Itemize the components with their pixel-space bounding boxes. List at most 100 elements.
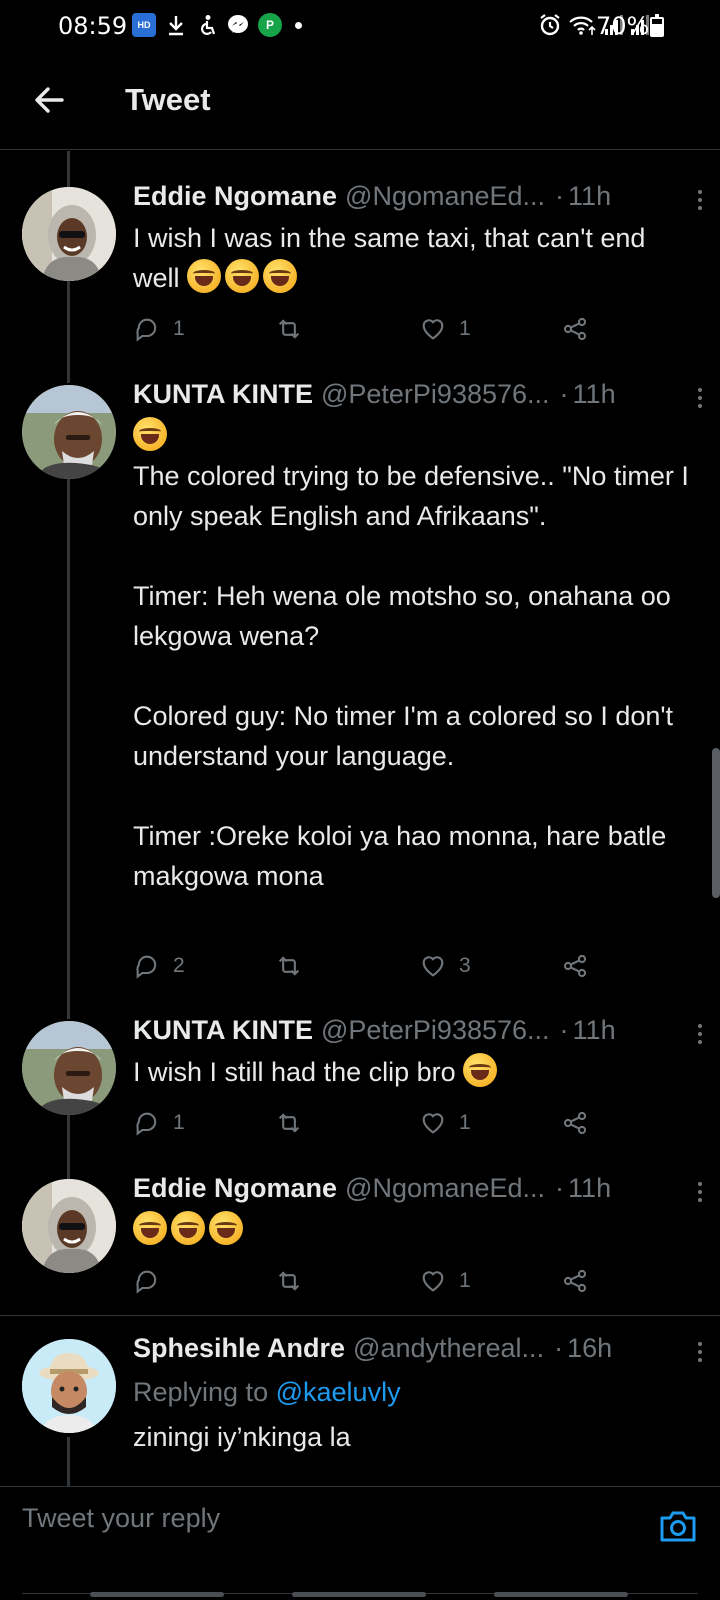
heart-icon bbox=[422, 956, 444, 977]
tweet-body: I wish I still had the clip bro bbox=[133, 1057, 456, 1087]
timestamp[interactable]: 11h bbox=[568, 1173, 611, 1204]
separator-dot: · bbox=[559, 1015, 569, 1045]
avatar[interactable] bbox=[22, 187, 116, 281]
user-handle[interactable]: @NgomaneEd... bbox=[345, 1173, 545, 1204]
avatar[interactable] bbox=[22, 385, 116, 479]
reply-count: 1 bbox=[173, 1111, 185, 1134]
tears-of-joy-emoji bbox=[263, 259, 298, 293]
retweet-button[interactable] bbox=[275, 1263, 303, 1299]
retweet-button[interactable] bbox=[275, 311, 303, 347]
heart-icon bbox=[422, 319, 444, 340]
hd-movies-icon: HD bbox=[132, 13, 156, 37]
mention-link[interactable]: @kaeluvly bbox=[276, 1377, 401, 1407]
user-handle[interactable]: @NgomaneEd... bbox=[345, 181, 545, 212]
tweet-text: I wish I still had the clip bro bbox=[133, 1052, 693, 1092]
camera-icon bbox=[660, 1511, 696, 1542]
more-options-icon[interactable] bbox=[690, 1019, 710, 1049]
reply-count: 2 bbox=[173, 954, 185, 977]
display-name[interactable]: Eddie Ngomane bbox=[133, 181, 337, 212]
tweet-item[interactable]: Eddie Ngomane @NgomaneEd... · 11h 1 bbox=[0, 1143, 720, 1315]
like-count: 1 bbox=[459, 1111, 471, 1134]
timestamp[interactable]: 11h bbox=[568, 181, 611, 212]
display-name[interactable]: KUNTA KINTE bbox=[133, 1015, 313, 1046]
display-name[interactable]: Eddie Ngomane bbox=[133, 1173, 337, 1204]
more-notifications-dot bbox=[295, 21, 302, 29]
tweet-actions: 2 3 bbox=[133, 948, 613, 984]
display-name[interactable]: Sphesihle Andre bbox=[133, 1333, 345, 1364]
tweet-header: KUNTA KINTE @PeterPi938576... · 11h bbox=[133, 379, 700, 415]
like-button[interactable]: 1 bbox=[419, 1105, 471, 1141]
nav-home-button[interactable] bbox=[292, 1592, 426, 1597]
timestamp[interactable]: 11h bbox=[573, 1015, 616, 1046]
like-count: 1 bbox=[459, 1269, 471, 1292]
more-options-icon[interactable] bbox=[690, 1337, 710, 1367]
messenger-icon bbox=[227, 13, 249, 37]
share-button[interactable] bbox=[561, 948, 589, 984]
tweet-text: I wish I was in the same taxi, that can'… bbox=[133, 218, 693, 298]
share-button[interactable] bbox=[561, 311, 589, 347]
reply-button[interactable]: 2 bbox=[133, 948, 185, 984]
avatar[interactable] bbox=[22, 1339, 116, 1433]
share-button[interactable] bbox=[561, 1263, 589, 1299]
tweet-item[interactable]: Eddie Ngomane @NgomaneEd... · 11h I wish… bbox=[0, 151, 720, 349]
tweet-header: Eddie Ngomane @NgomaneEd... · 11h bbox=[133, 1173, 700, 1209]
user-handle[interactable]: @PeterPi938576... bbox=[321, 1015, 550, 1046]
retweet-button[interactable] bbox=[275, 1105, 303, 1141]
reply-button[interactable] bbox=[133, 1263, 161, 1299]
reply-composer bbox=[0, 1486, 720, 1600]
like-count: 3 bbox=[459, 954, 471, 977]
more-options-icon[interactable] bbox=[690, 1177, 710, 1207]
avatar[interactable] bbox=[22, 1021, 116, 1115]
share-icon bbox=[563, 1269, 587, 1293]
retweet-icon bbox=[278, 319, 300, 339]
like-button[interactable]: 1 bbox=[419, 311, 471, 347]
download-icon bbox=[165, 13, 187, 37]
wifi-icon bbox=[569, 16, 596, 35]
battery-fill bbox=[652, 23, 662, 35]
scrollbar-thumb[interactable] bbox=[712, 748, 720, 898]
tears-of-joy-emoji bbox=[187, 259, 222, 293]
battery-icon bbox=[650, 14, 664, 37]
timestamp[interactable]: 16h bbox=[567, 1333, 612, 1364]
tweet-item[interactable]: KUNTA KINTE @PeterPi938576... · 11h I wi… bbox=[0, 985, 720, 1143]
user-handle[interactable]: @PeterPi938576... bbox=[321, 379, 550, 410]
rolling-laughing-emoji bbox=[133, 1211, 167, 1245]
avatar[interactable] bbox=[22, 1179, 116, 1273]
timestamp[interactable]: 11h bbox=[573, 379, 616, 410]
share-icon bbox=[563, 1111, 587, 1135]
tweet-emoji-line bbox=[133, 1210, 693, 1250]
more-options-icon[interactable] bbox=[690, 185, 710, 215]
display-name[interactable]: KUNTA KINTE bbox=[133, 379, 313, 410]
nav-recents-button[interactable] bbox=[90, 1592, 224, 1597]
tweet-actions: 1 bbox=[133, 1263, 613, 1299]
retweet-icon bbox=[278, 1271, 300, 1291]
tweet-item[interactable]: KUNTA KINTE @PeterPi938576... · 11h The … bbox=[0, 349, 720, 985]
camera-button[interactable] bbox=[658, 1507, 698, 1545]
nav-back-button[interactable] bbox=[494, 1592, 628, 1597]
more-options-icon[interactable] bbox=[690, 383, 710, 413]
like-button[interactable]: 3 bbox=[419, 948, 471, 984]
reply-thread[interactable]: Eddie Ngomane @NgomaneEd... · 11h I wish… bbox=[0, 151, 720, 1486]
reply-icon bbox=[136, 318, 157, 342]
page-title: Tweet bbox=[125, 82, 211, 117]
tweet-header: KUNTA KINTE @PeterPi938576... · 11h bbox=[133, 1015, 700, 1051]
retweet-button[interactable] bbox=[275, 948, 303, 984]
status-bar: 08:59 HD P 70% bbox=[0, 0, 720, 52]
reply-count: 1 bbox=[173, 317, 185, 340]
tweet-item[interactable]: Sphesihle Andre @andythereal... · 16h Re… bbox=[0, 1315, 720, 1486]
like-count: 1 bbox=[459, 317, 471, 340]
heart-icon bbox=[422, 1271, 444, 1292]
reply-button[interactable]: 1 bbox=[133, 311, 185, 347]
share-button[interactable] bbox=[561, 1105, 589, 1141]
reply-button[interactable]: 1 bbox=[133, 1105, 185, 1141]
share-icon bbox=[563, 954, 587, 978]
reply-icon bbox=[136, 955, 157, 979]
heart-icon bbox=[422, 1113, 444, 1134]
like-button[interactable]: 1 bbox=[419, 1263, 471, 1299]
battery-percent: 70% bbox=[596, 12, 650, 40]
tweet-header: Sphesihle Andre @andythereal... · 16h bbox=[133, 1333, 700, 1369]
tweet-emoji-line bbox=[133, 416, 693, 456]
back-button[interactable] bbox=[28, 78, 72, 122]
user-handle[interactable]: @andythereal... bbox=[353, 1333, 544, 1364]
reply-input[interactable] bbox=[22, 1499, 622, 1537]
